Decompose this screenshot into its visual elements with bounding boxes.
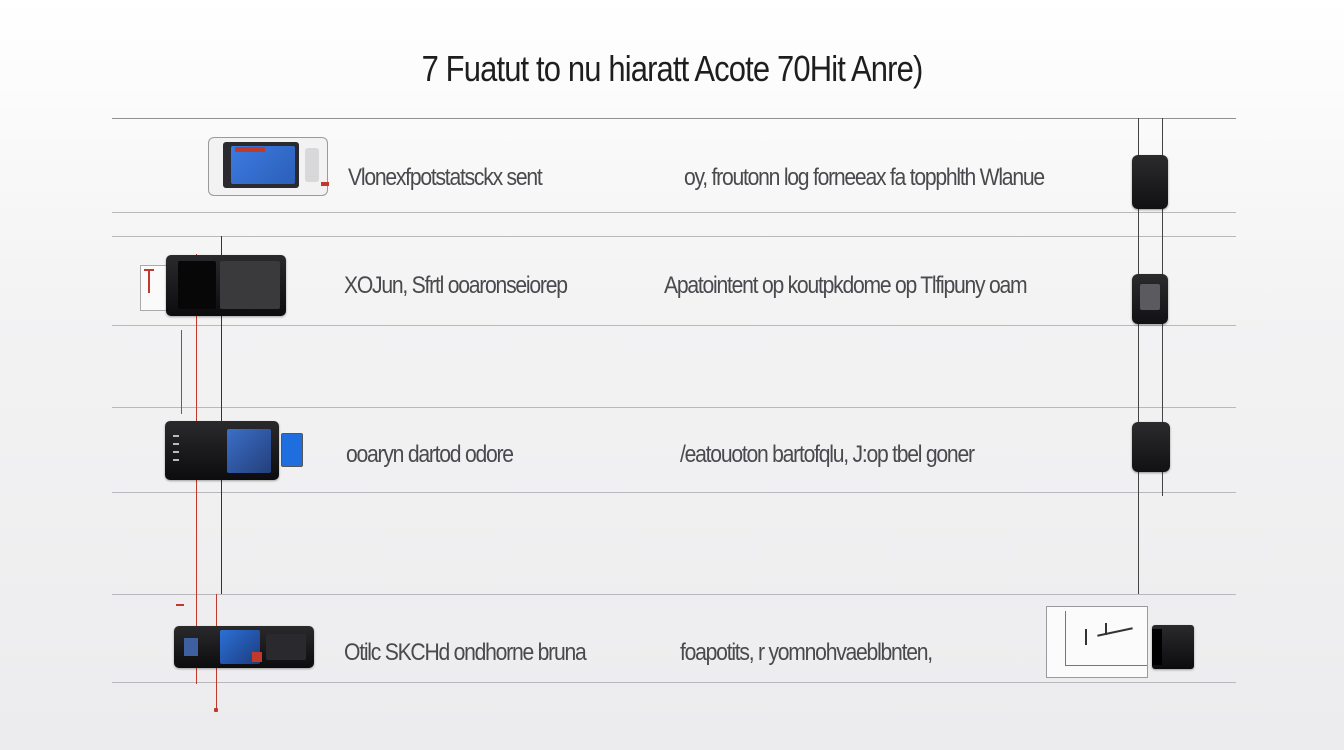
phone-icon bbox=[165, 421, 305, 480]
divider bbox=[112, 492, 1236, 493]
divider bbox=[112, 325, 1236, 326]
device-panel bbox=[1046, 606, 1148, 678]
divider bbox=[112, 118, 1236, 119]
connector-marker bbox=[214, 708, 218, 712]
row-3-description: /eatouoton bartofqlu, J:op tbel goner bbox=[680, 441, 975, 468]
divider bbox=[112, 682, 1236, 683]
row-1-description: oy, froutonn log forneeax fa topphlth Wl… bbox=[684, 164, 1045, 191]
watch-icon bbox=[1152, 625, 1194, 669]
divider bbox=[112, 212, 1236, 213]
watch-icon bbox=[1132, 422, 1170, 472]
divider bbox=[112, 236, 1236, 237]
device-icon bbox=[208, 137, 329, 196]
tablet-icon bbox=[140, 255, 286, 316]
row-2-description: Apatointent op koutpkdome op Tlfipuny oa… bbox=[664, 272, 1028, 299]
row-2-label: XOJun, Sfrtl ooaronseiorep bbox=[344, 272, 568, 299]
watch-icon bbox=[1132, 274, 1168, 324]
row-4-description: foapotits, r yomnohvaeblbnten, bbox=[680, 639, 933, 666]
row-4-label: Otilc SKCHd ondhorne bruna bbox=[344, 639, 587, 666]
row-1-label: Vlonexfpotstatsckx sent bbox=[348, 164, 543, 191]
watch-icon bbox=[1132, 155, 1168, 209]
divider bbox=[112, 407, 1236, 408]
connector-line bbox=[181, 330, 182, 414]
device-icon bbox=[174, 604, 314, 668]
row-3-label: ooaryn dartod odore bbox=[346, 441, 514, 468]
page-title: 7 Fuatut to nu hiaratt Acote 70Hit Anre) bbox=[421, 48, 924, 89]
divider bbox=[112, 594, 1236, 595]
